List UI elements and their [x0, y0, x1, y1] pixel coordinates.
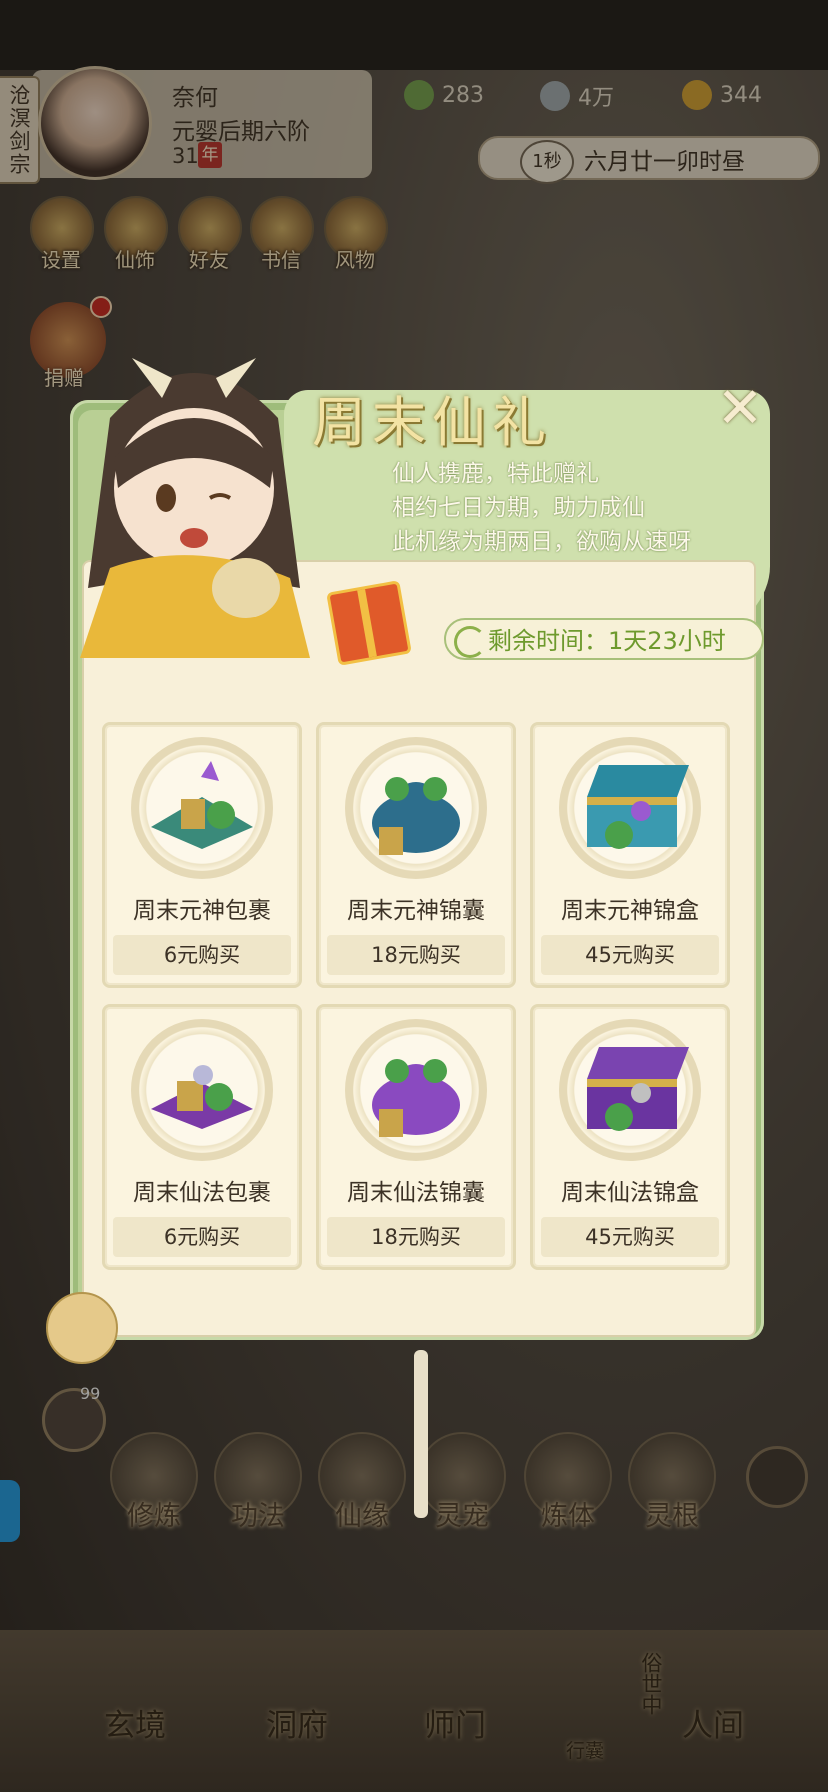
buy-button[interactable]: 45元购买 [541, 935, 719, 975]
buy-button[interactable]: 6元购买 [113, 935, 291, 975]
item-card[interactable]: 周末元神包裹 6元购买 [102, 722, 302, 988]
item-card[interactable]: 周末仙法锦囊 18元购买 [316, 1004, 516, 1270]
item-card[interactable]: 周末元神锦盒 45元购买 [530, 722, 730, 988]
item-card[interactable]: 周末元神锦囊 18元购买 [316, 722, 516, 988]
item-chest-icon [587, 1047, 689, 1131]
gift-box-icon [326, 580, 412, 666]
plum-blossom-decoration [46, 1292, 118, 1364]
item-icon-frame [345, 1019, 487, 1161]
item-name: 周末元神锦囊 [347, 898, 485, 924]
item-pouch-icon [372, 777, 460, 855]
item-icon-frame [559, 1019, 701, 1161]
desc-line-2: 相约七日为期，助力成仙 [392, 495, 645, 521]
item-bundle-icon [151, 1065, 253, 1129]
item-name: 周末仙法锦盒 [561, 1180, 699, 1206]
item-name: 周末仙法包裹 [133, 1180, 271, 1206]
item-name: 周末仙法锦囊 [347, 1180, 485, 1206]
immortal-character-illustration [70, 338, 318, 668]
item-card[interactable]: 周末仙法锦盒 45元购买 [530, 1004, 730, 1270]
item-chest-icon [587, 765, 689, 849]
scroll-rod-decoration [414, 1350, 428, 1518]
item-icon-frame [131, 737, 273, 879]
item-icon-frame [345, 737, 487, 879]
item-icon-frame [131, 1019, 273, 1161]
buy-button[interactable]: 18元购买 [327, 935, 505, 975]
buy-button[interactable]: 45元购买 [541, 1217, 719, 1257]
buy-button[interactable]: 6元购买 [113, 1217, 291, 1257]
item-name: 周末元神锦盒 [561, 898, 699, 924]
desc-line-1: 仙人携鹿，特此赠礼 [392, 461, 599, 487]
buy-button[interactable]: 18元购买 [327, 1217, 505, 1257]
popup-title: 周末仙礼 [312, 391, 552, 454]
item-card[interactable]: 周末仙法包裹 6元购买 [102, 1004, 302, 1270]
close-button[interactable]: ✕ [712, 381, 768, 440]
remaining-time: 剩余时间：1天23小时 [444, 618, 764, 660]
desc-line-3: 此机缘为期两日，欲购从速呀 [392, 529, 691, 555]
item-bundle-icon [151, 761, 253, 849]
item-pouch-icon [372, 1059, 460, 1137]
item-name: 周末元神包裹 [133, 898, 271, 924]
item-icon-frame [559, 737, 701, 879]
